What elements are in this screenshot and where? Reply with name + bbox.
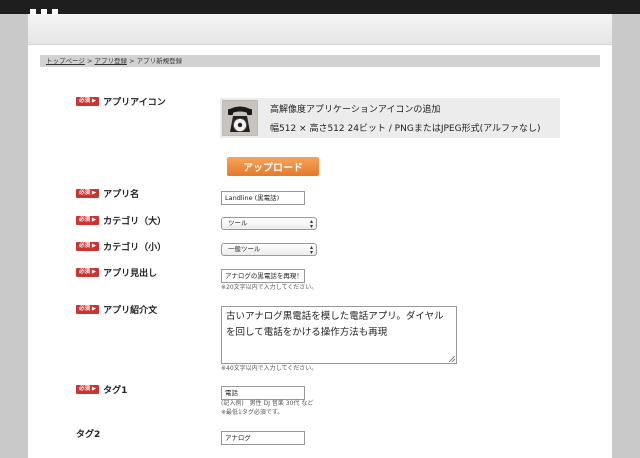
breadcrumb-separator: > xyxy=(129,57,135,65)
up-down-arrows-icon: ▴ ▾ xyxy=(309,218,313,230)
top-bar xyxy=(0,0,640,15)
tag2-input[interactable]: アナログ xyxy=(221,431,305,445)
tag1-example: (記入例) 男性 DJ 音楽 30代 など xyxy=(221,400,314,407)
required-badge: 必須 ▶ xyxy=(76,242,100,251)
breadcrumb-link-top[interactable]: トップページ xyxy=(46,57,85,65)
field-label-text: カテゴリ（大） xyxy=(103,217,167,227)
main-content: トップページ > アプリ登録 > アプリ新規登録 必須 ▶ アプリアイコン 高解… xyxy=(28,14,612,458)
category-small-value: 一般ツール xyxy=(228,245,261,253)
upload-button[interactable]: アップロード xyxy=(227,157,319,176)
category-large-select[interactable]: ツール ▴ ▾ xyxy=(221,217,317,230)
headline-note: ※20文字以内で入力してください。 xyxy=(221,284,318,291)
field-label-app-name: 必須 ▶ アプリ名 xyxy=(76,187,139,200)
app-icon-title: 高解像度アプリケーションアイコンの追加 xyxy=(270,105,441,115)
up-down-arrows-icon: ▴ ▾ xyxy=(309,244,313,256)
headline-input[interactable]: アナログの黒電話を再現！ xyxy=(221,269,305,283)
field-label-text: アプリアイコン xyxy=(103,98,166,108)
field-label-text: アプリ紹介文 xyxy=(103,306,158,316)
field-label-description: 必須 ▶ アプリ紹介文 xyxy=(76,303,157,316)
app-icon-spec: 幅512 × 高さ512 24ビット / PNGまたはJPEG形式(アルファなし… xyxy=(270,124,541,134)
required-badge: 必須 ▶ xyxy=(76,305,100,314)
description-note: ※40文字以内で入力してください。 xyxy=(221,365,318,372)
field-label-category-large: 必須 ▶ カテゴリ（大） xyxy=(76,214,166,227)
required-badge: 必須 ▶ xyxy=(76,385,100,394)
black-rotary-phone-icon xyxy=(222,100,258,136)
app-icon-panel: 高解像度アプリケーションアイコンの追加 幅512 × 高さ512 24ビット /… xyxy=(220,98,560,138)
field-label-tag1: 必須 ▶ タグ1 xyxy=(76,383,127,396)
site-logo[interactable] xyxy=(30,0,70,15)
field-label-text: カテゴリ（小） xyxy=(103,243,167,253)
field-label-headline: 必須 ▶ アプリ見出し xyxy=(76,266,157,279)
required-badge: 必須 ▶ xyxy=(76,97,100,106)
required-badge: 必須 ▶ xyxy=(76,268,100,277)
page-header xyxy=(28,14,612,45)
tag1-note: ※最低1タグ必須です。 xyxy=(221,409,284,416)
field-label-category-small: 必須 ▶ カテゴリ（小） xyxy=(76,240,166,253)
breadcrumb-link-app-register[interactable]: アプリ登録 xyxy=(94,57,127,65)
description-textarea[interactable]: 古いアナログ黒電話を模した電話アプリ。ダイヤルを回して電話をかける操作方法も再現 xyxy=(221,306,457,364)
category-large-value: ツール xyxy=(228,219,248,227)
category-small-select[interactable]: 一般ツール ▴ ▾ xyxy=(221,243,317,256)
app-name-input[interactable]: Landline (黒電話) xyxy=(221,191,305,205)
resize-handle[interactable] xyxy=(449,356,455,362)
field-label-app-icon: 必須 ▶ アプリアイコン xyxy=(76,95,166,108)
field-label-tag2: タグ2 xyxy=(76,427,100,440)
breadcrumb-separator: > xyxy=(86,57,93,65)
field-label-text: アプリ見出し xyxy=(103,269,158,279)
required-badge: 必須 ▶ xyxy=(76,216,100,225)
tag1-input[interactable]: 電話 xyxy=(221,386,305,400)
required-badge: 必須 ▶ xyxy=(76,189,100,198)
field-label-text: タグ1 xyxy=(103,386,128,396)
field-label-text: タグ2 xyxy=(76,430,101,440)
breadcrumb-current: アプリ新規登録 xyxy=(136,57,183,65)
description-text: 古いアナログ黒電話を模した電話アプリ。ダイヤルを回して電話をかける操作方法も再現 xyxy=(226,311,444,338)
breadcrumb: トップページ > アプリ登録 > アプリ新規登録 xyxy=(40,55,600,67)
field-label-text: アプリ名 xyxy=(103,190,140,200)
